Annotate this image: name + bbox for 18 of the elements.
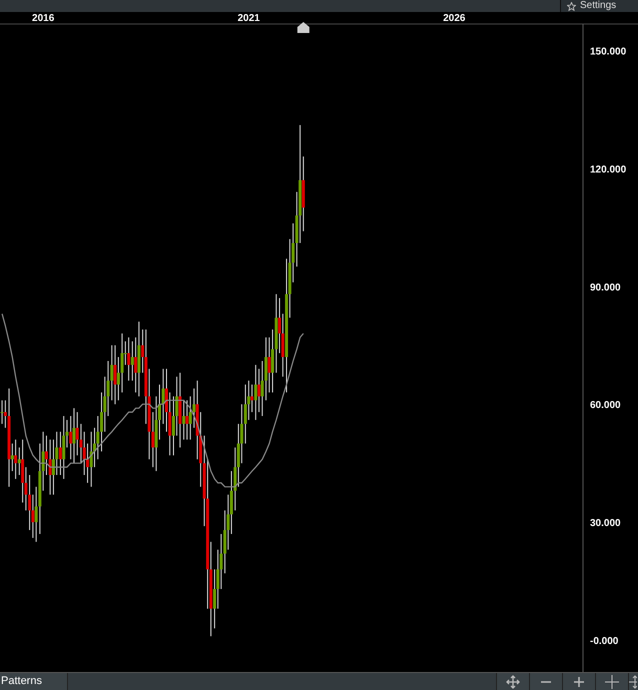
price-label: 150.000	[590, 46, 626, 58]
crosshair-icon[interactable]	[595, 673, 628, 690]
patterns-tab[interactable]: Patterns	[0, 673, 68, 690]
zoom-in-icon[interactable]	[562, 673, 595, 690]
price-label: 90.000	[590, 282, 621, 294]
star-icon	[567, 2, 576, 10]
settings-button[interactable]: Settings	[560, 0, 638, 12]
position-marker-icon[interactable]	[297, 22, 310, 33]
vertical-arrows-icon[interactable]	[628, 673, 638, 690]
zoom-out-icon[interactable]	[529, 673, 562, 690]
price-label: 30.000	[590, 518, 621, 530]
price-label: 60.000	[590, 400, 621, 412]
year-label: 2016	[32, 13, 54, 24]
year-label: 2021	[238, 13, 260, 24]
year-label: 2026	[443, 13, 466, 24]
price-label: -0.000	[590, 636, 618, 648]
price-label: 120.000	[590, 164, 626, 176]
move-arrows-icon[interactable]	[496, 673, 529, 690]
